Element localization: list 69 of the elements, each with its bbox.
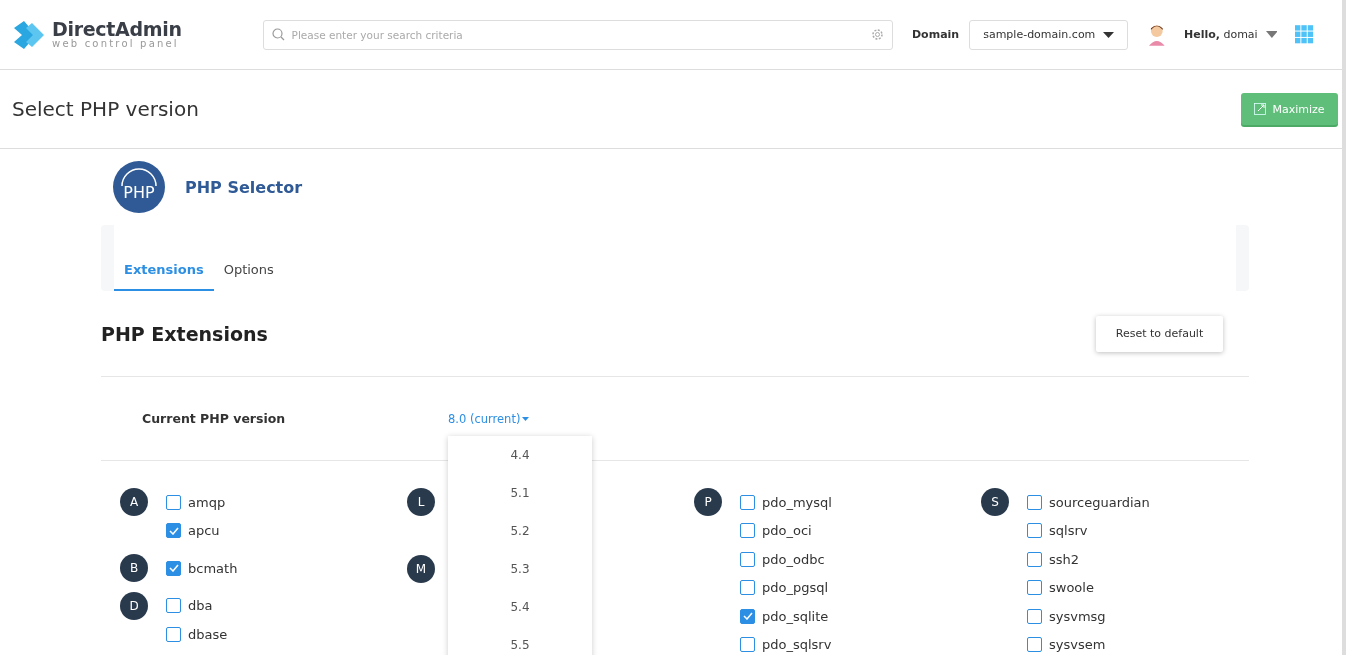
extension-name: pdo_sqlsrv xyxy=(762,637,832,652)
menu-item[interactable]: 5.1 xyxy=(448,473,592,512)
letter-badge: L xyxy=(407,488,435,516)
checkbox[interactable] xyxy=(166,560,181,576)
checkbox[interactable] xyxy=(740,580,755,595)
selector-title: PHP Selector xyxy=(185,177,303,197)
letter-badge: B xyxy=(120,554,148,582)
tab[interactable]: Options xyxy=(213,262,284,291)
php-logo-icon: PHP xyxy=(113,161,165,213)
extension-name: sysvmsg xyxy=(1049,608,1106,624)
domain-label: Domain xyxy=(912,28,960,41)
letter-badge: M xyxy=(407,555,435,583)
caret-icon xyxy=(522,416,530,421)
menu-item[interactable]: 5.4 xyxy=(448,587,592,626)
apps-grid-icon[interactable] xyxy=(1295,25,1314,44)
extension-name: pdo_odbc xyxy=(762,551,825,567)
extension-name: amqp xyxy=(188,494,226,510)
menu-item[interactable]: 4.4 xyxy=(448,435,592,474)
extension-name: apcu xyxy=(188,523,220,538)
user-menu[interactable]: Hello, domai xyxy=(1183,28,1258,41)
checkbox[interactable] xyxy=(1027,580,1042,595)
letter-badge: D xyxy=(120,591,148,620)
checkbox[interactable] xyxy=(166,523,181,538)
logo-subtitle: web control panel xyxy=(52,39,180,49)
search-icon xyxy=(271,27,285,41)
menu-item[interactable]: 5.5 xyxy=(448,625,592,655)
extension-name: sqlsrv xyxy=(1049,523,1088,538)
extension-name: ssh2 xyxy=(1049,551,1080,567)
extension-name: sysvsem xyxy=(1049,637,1106,652)
checkbox[interactable] xyxy=(1027,637,1042,652)
extension-name: pdo_oci xyxy=(762,523,812,538)
menu-item[interactable]: 5.2 xyxy=(448,511,592,550)
extension-name: dba xyxy=(188,598,213,613)
section-heading: PHP Extensions xyxy=(101,322,268,345)
reset-button[interactable]: Reset to default xyxy=(1096,315,1223,352)
extension-name: dbase xyxy=(188,626,228,642)
checkbox[interactable] xyxy=(166,626,181,642)
caret-icon xyxy=(1103,31,1115,38)
extension-name: sourceguardian xyxy=(1049,494,1150,510)
extension-name: pdo_pgsql xyxy=(762,580,829,595)
checkbox[interactable] xyxy=(1027,608,1042,624)
checkbox[interactable] xyxy=(740,551,755,567)
maximize-icon xyxy=(1254,103,1267,115)
checkbox[interactable] xyxy=(740,637,755,652)
extension-name: bcmath xyxy=(188,560,238,576)
checkbox[interactable] xyxy=(1027,494,1042,510)
logo-title: DirectAdmin xyxy=(52,20,182,39)
page-title: Select PHP version xyxy=(12,97,199,121)
avatar-icon xyxy=(1148,23,1166,46)
letter-badge: A xyxy=(120,488,148,516)
checkbox[interactable] xyxy=(166,598,181,613)
domain-dropdown[interactable]: sample-domain.com xyxy=(969,19,1129,50)
version-dropdown[interactable]: 8.0 (current) xyxy=(448,411,530,426)
checkbox[interactable] xyxy=(1027,523,1042,538)
letter-badge: S xyxy=(981,488,1009,516)
settings-icon[interactable] xyxy=(871,27,884,41)
menu-item[interactable]: 5.3 xyxy=(448,549,592,588)
checkbox[interactable] xyxy=(740,494,755,510)
extension-name: pdo_mysql xyxy=(762,494,832,510)
search-field[interactable]: Please enter your search criteria xyxy=(262,19,893,50)
version-label: Current PHP version xyxy=(141,411,287,426)
letter-badge: P xyxy=(694,488,722,516)
extension-name: swoole xyxy=(1049,580,1094,595)
checkbox[interactable] xyxy=(740,523,755,538)
checkbox[interactable] xyxy=(1027,551,1042,567)
caret-icon[interactable] xyxy=(1265,31,1278,38)
extension-name: pdo_sqlite xyxy=(762,608,829,624)
checkbox[interactable] xyxy=(740,608,755,624)
checkbox[interactable] xyxy=(166,494,181,510)
